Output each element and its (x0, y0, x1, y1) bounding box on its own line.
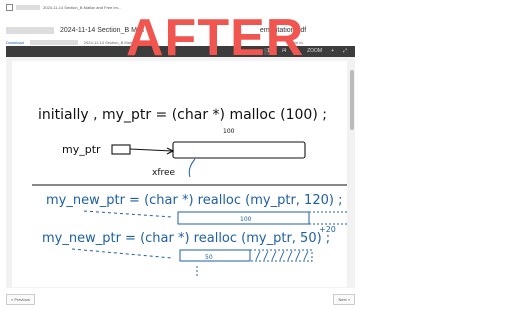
pager: « Previous Next » (6, 294, 355, 305)
label-100-mid: 100 (240, 216, 252, 223)
after-overlay-text: AFTER (126, 9, 305, 67)
free-arrow (188, 158, 196, 178)
my-ptr-label: my_ptr (62, 143, 101, 156)
note-line-1: initially , my_ptr = (char *) malloc (10… (38, 107, 327, 123)
dashed-arrow-2 (71, 248, 173, 259)
next-button[interactable]: Next » (333, 294, 355, 305)
pdf-viewer: 1 /4 − ZOOM + ⤢ initially , my_ptr = (ch… (6, 46, 357, 288)
free-label: xfree (152, 168, 176, 178)
memory-block-100 (172, 141, 306, 159)
page-area[interactable]: initially , my_ptr = (char *) malloc (10… (6, 57, 357, 288)
handwritten-notes: initially , my_ptr = (char *) malloc (10… (32, 107, 357, 276)
my-ptr-box (111, 144, 131, 155)
redacted-block (6, 27, 54, 34)
breadcrumb-text[interactable]: 2024-11-14 Section_B Malloc and Free Im.… (43, 5, 121, 10)
label-100-top: 100 (223, 128, 235, 135)
download-link[interactable]: Download (6, 40, 24, 45)
pointer-arrow (129, 148, 173, 152)
checkbox-icon[interactable] (6, 4, 13, 11)
pdf-page: initially , my_ptr = (char *) malloc (10… (12, 61, 357, 287)
dashed-arrow-1 (83, 210, 173, 218)
block-50 (179, 249, 251, 262)
page-root: 2024-11-14 Section_B Malloc and Free Im.… (0, 0, 512, 320)
viewer-scrollbar[interactable] (350, 70, 354, 130)
zoom-in-button[interactable]: + (331, 49, 334, 54)
note-line-2: my_new_ptr = (char *) realloc (my_ptr, 1… (46, 193, 342, 208)
breadcrumb: 2024-11-14 Section_B Malloc and Free Im.… (6, 4, 121, 11)
hatch-marks (255, 250, 309, 261)
zoom-label: ZOOM (307, 48, 323, 54)
redacted-block (29, 40, 78, 45)
label-50: 50 (205, 254, 213, 261)
block-plus20 (308, 211, 351, 225)
redacted-block (16, 5, 40, 10)
previous-button[interactable]: « Previous (6, 294, 35, 305)
note-line-3: my_new_ptr = (char *) realloc (my_ptr, 5… (42, 231, 330, 246)
fullscreen-icon[interactable]: ⤢ (343, 49, 347, 54)
